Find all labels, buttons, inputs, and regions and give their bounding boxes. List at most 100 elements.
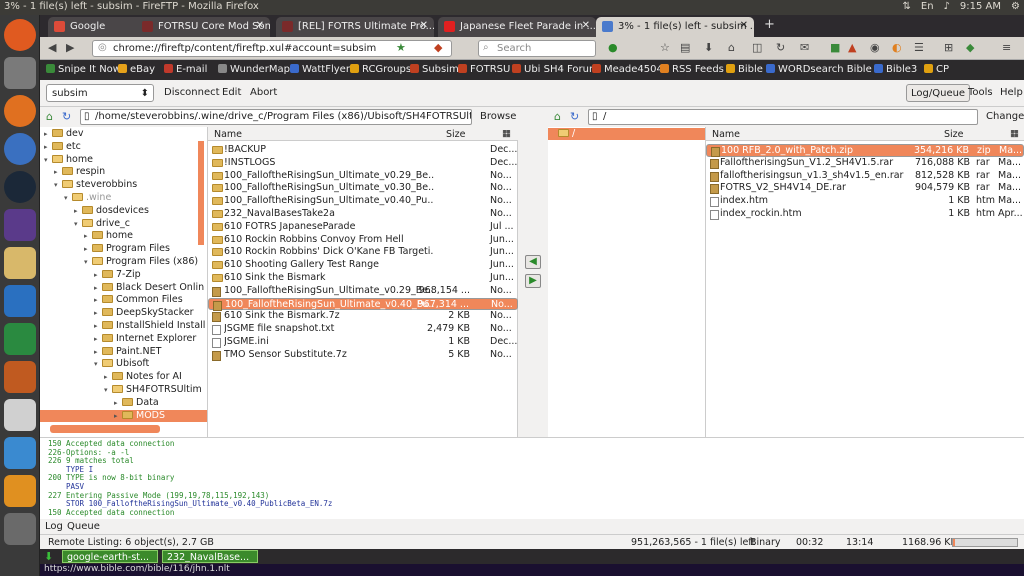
file-row[interactable]: falloftherisingsun_v1.3_sh4v1.5_en.rar 81… <box>706 170 1024 183</box>
log-queue-button[interactable]: Log/Queue <box>906 84 971 102</box>
file-row[interactable]: 610 FOTRS JapaneseParade Jul ... <box>208 221 518 234</box>
addon-icon[interactable]: ● <box>608 41 618 54</box>
collapsed-twisty-icon[interactable]: ▸ <box>54 168 58 176</box>
file-row[interactable]: index_rockin.htm 1 KB htm Apr... <box>706 208 1024 221</box>
library-icon[interactable]: ▤ <box>680 41 690 54</box>
file-row[interactable]: JSGME.ini 1 KB Dec... <box>208 336 518 349</box>
collapsed-twisty-icon[interactable]: ▸ <box>84 245 88 253</box>
addon-icon[interactable]: ◉ <box>870 41 880 54</box>
volume-icon[interactable]: ♪ <box>944 1 950 12</box>
tree-item[interactable]: ▸ home <box>40 230 207 242</box>
addon-icon[interactable]: ◆ <box>434 41 442 54</box>
search-input[interactable]: ⌕ Search <box>478 40 596 57</box>
close-tab-icon[interactable]: ✕ <box>582 20 590 31</box>
download-icon[interactable]: ⬇ <box>704 41 713 54</box>
size-column-header[interactable]: Size <box>446 129 466 140</box>
bookmark-item[interactable]: Subsim <box>410 64 459 75</box>
tree-item[interactable]: ▸ Notes for AI <box>40 371 207 383</box>
refresh-icon[interactable]: ↻ <box>570 110 579 123</box>
file-row[interactable]: !BACKUP Dec... <box>208 144 518 157</box>
edit-button[interactable]: Edit <box>222 87 241 98</box>
settings-gear-icon[interactable]: ⚙ <box>1011 1 1020 12</box>
file-row[interactable]: index.htm 1 KB htm Ma... <box>706 195 1024 208</box>
collapsed-twisty-icon[interactable]: ▸ <box>94 309 98 317</box>
help-menu[interactable]: Help <box>1000 87 1023 98</box>
bookmarks-icon[interactable]: ☆ <box>660 41 670 54</box>
bookmark-item[interactable]: Bible3 <box>874 64 917 75</box>
menu-hamburger-icon[interactable]: ≡ <box>1002 41 1011 54</box>
download-item[interactable]: 232_NavalBase... <box>162 550 258 563</box>
file-row[interactable]: 232_NavalBasesTake2a No... <box>208 208 518 221</box>
amazon-icon[interactable] <box>4 475 36 507</box>
file-row[interactable]: 610 Sink the Bismark Jun... <box>208 272 518 285</box>
files-icon[interactable] <box>4 57 36 89</box>
close-tab-icon[interactable]: ✕ <box>256 20 264 31</box>
tree-item[interactable]: ▸ MODS <box>40 409 207 422</box>
tree-item[interactable]: ▸ 7-Zip <box>40 269 207 281</box>
tree-item[interactable]: / <box>548 128 705 140</box>
file-row[interactable]: 610 Sink the Bismark.7z 2 KB No... <box>208 310 518 323</box>
file-row[interactable]: 610 Shooting Gallery Test Range Jun... <box>208 259 518 272</box>
horizontal-scrollbar[interactable] <box>50 425 160 433</box>
account-select[interactable]: subsim ⬍ <box>46 84 154 102</box>
bookmark-item[interactable]: WattFlyer <box>290 64 350 75</box>
tab-japanese-fleet-parade[interactable]: Japanese Fleet Parade in ... ✕ <box>438 17 596 37</box>
home-folder-icon[interactable]: ⌂ <box>554 110 561 123</box>
thunderbird-icon[interactable] <box>4 133 36 165</box>
bookmark-item[interactable]: CP <box>924 64 949 75</box>
tree-item[interactable]: ▸ etc <box>40 141 207 153</box>
expanded-twisty-icon[interactable]: ▾ <box>54 181 58 189</box>
collapsed-twisty-icon[interactable]: ▸ <box>94 322 98 330</box>
bookmark-item[interactable]: RCGroups <box>350 64 411 75</box>
home-folder-icon[interactable]: ⌂ <box>46 110 53 123</box>
tab-queue[interactable]: Queue <box>67 521 100 532</box>
collapsed-twisty-icon[interactable]: ▸ <box>94 335 98 343</box>
name-column-header[interactable]: Name <box>214 129 242 140</box>
tab-fireftp[interactable]: 3% - 1 file(s) left - subsim ... ✕ <box>596 17 754 37</box>
sync-icon[interactable]: ↻ <box>776 41 785 54</box>
keyboard-icon[interactable]: En <box>921 1 934 12</box>
tree-item[interactable]: ▸ Common Files <box>40 294 207 306</box>
archive-icon[interactable] <box>4 247 36 279</box>
tree-item[interactable]: ▾ Program Files (x86) <box>40 256 207 268</box>
file-row[interactable]: 100_FalloftheRisingSun_Ultimate_v0.29_Be… <box>208 285 518 298</box>
collapsed-twisty-icon[interactable]: ▸ <box>94 284 98 292</box>
steam-icon[interactable] <box>4 171 36 203</box>
bookmark-star-icon[interactable]: ★ <box>396 41 406 54</box>
bookmark-item[interactable]: WORDsearch Bible <box>766 64 872 75</box>
addon-icon[interactable]: ☰ <box>914 41 924 54</box>
refresh-icon[interactable]: ↻ <box>62 110 71 123</box>
bookmark-item[interactable]: eBay <box>118 64 155 75</box>
tree-item[interactable]: ▾ SH4FOTRSUltim <box>40 384 207 396</box>
tree-item[interactable]: ▾ drive_c <box>40 218 207 230</box>
tree-item[interactable]: ▾ steverobbins <box>40 179 207 191</box>
browse-button[interactable]: Browse <box>480 111 516 122</box>
download-item[interactable]: google-earth-st... <box>62 550 158 563</box>
file-row[interactable]: 100_FalloftheRisingSun_Ultimate_v0.40_Pu… <box>208 297 518 311</box>
file-row[interactable]: 100_FalloftheRisingSun_Ultimate_v0.29_Be… <box>208 170 518 183</box>
abort-button[interactable]: Abort <box>250 87 277 98</box>
expanded-twisty-icon[interactable]: ▾ <box>84 258 88 266</box>
close-tab-icon[interactable]: ✕ <box>420 20 428 31</box>
addon-icon[interactable]: ◆ <box>966 41 974 54</box>
file-row[interactable]: !INSTLOGS Dec... <box>208 157 518 170</box>
bookmark-item[interactable]: E-mail <box>164 64 207 75</box>
tree-item[interactable]: ▾ Ubisoft <box>40 358 207 370</box>
collapsed-twisty-icon[interactable]: ▸ <box>44 143 48 151</box>
change-button[interactable]: Change <box>986 111 1024 122</box>
tree-item[interactable]: ▸ dosdevices <box>40 205 207 217</box>
file-row[interactable]: TMO Sensor Substitute.7z 5 KB No... <box>208 349 518 362</box>
trash-icon[interactable] <box>4 513 36 545</box>
bookmark-item[interactable]: Bible <box>726 64 763 75</box>
extension-icon[interactable]: ⊞ <box>944 41 953 54</box>
tree-item[interactable]: ▸ dev <box>40 128 207 140</box>
file-row[interactable]: 100_FalloftheRisingSun_Ultimate_v0.30_Be… <box>208 182 518 195</box>
expanded-twisty-icon[interactable]: ▾ <box>74 220 78 228</box>
tree-item[interactable]: ▾ home <box>40 154 207 166</box>
tree-item[interactable]: ▸ InstallShield Install <box>40 320 207 332</box>
name-column-header[interactable]: Name <box>712 129 740 140</box>
column-picker-icon[interactable]: ▦ <box>502 128 511 139</box>
file-row[interactable]: JSGME file snapshot.txt 2,479 KB No... <box>208 323 518 336</box>
close-tab-icon[interactable]: ✕ <box>740 20 748 31</box>
collapsed-twisty-icon[interactable]: ▸ <box>114 399 118 407</box>
